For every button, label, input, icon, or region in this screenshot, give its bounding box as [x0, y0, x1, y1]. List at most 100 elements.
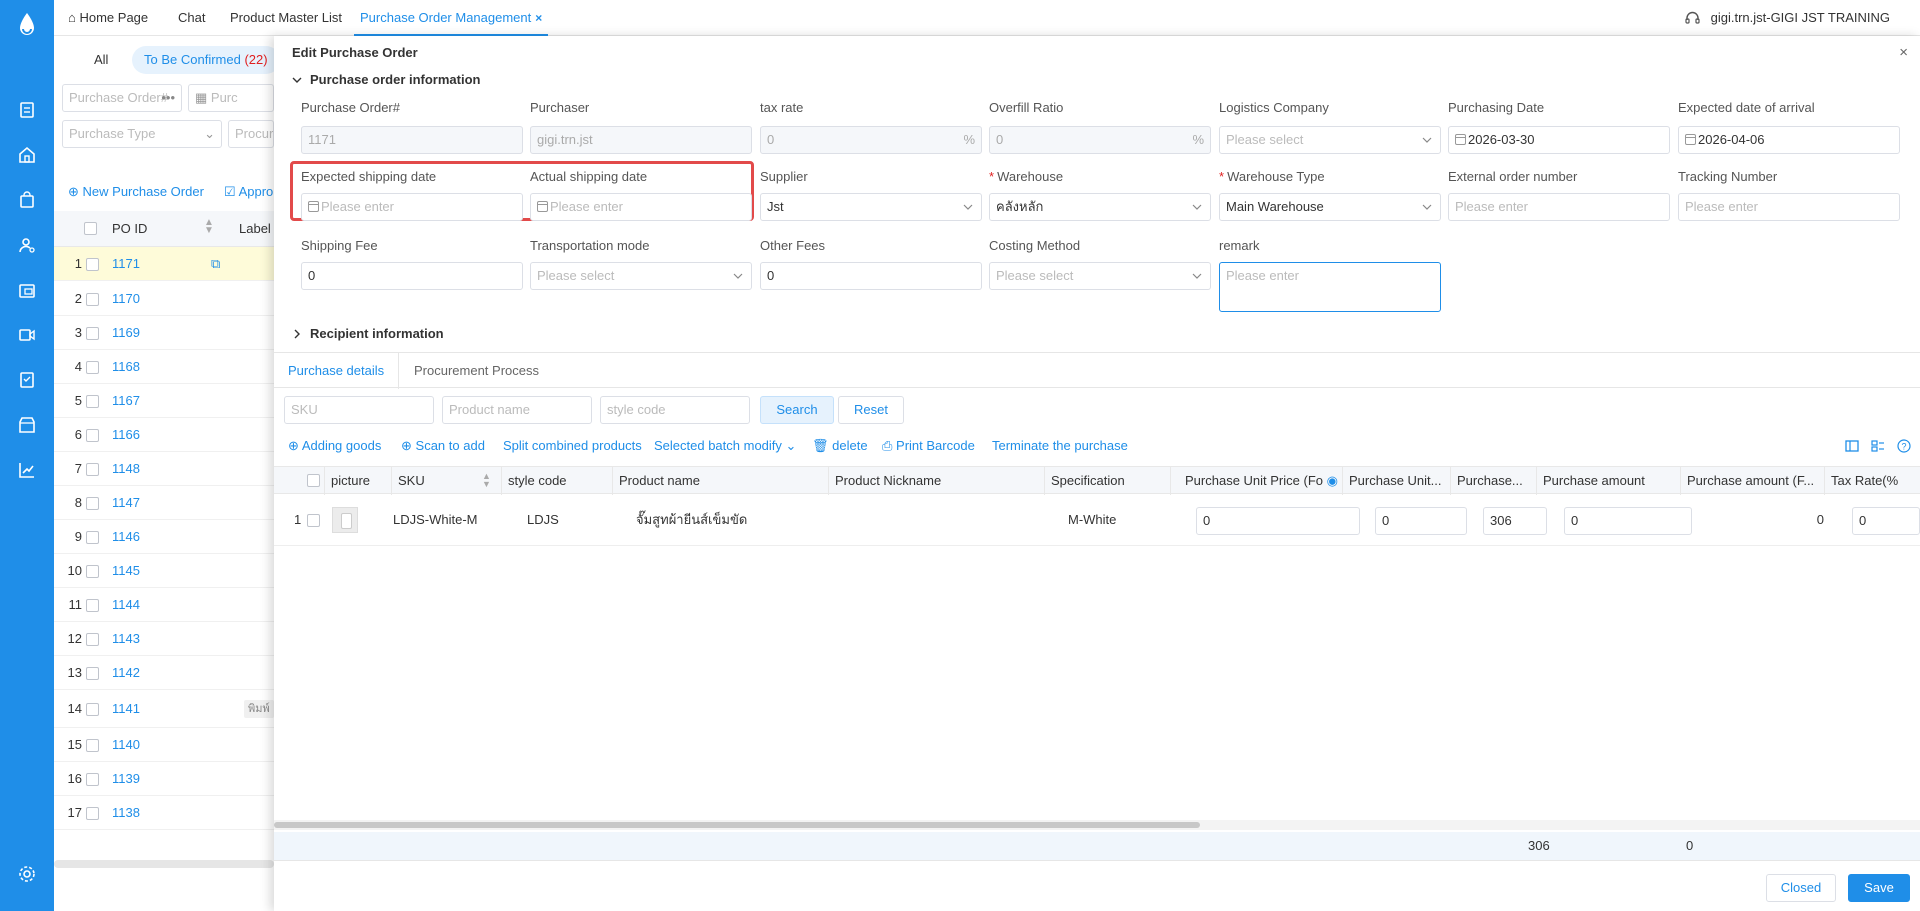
po-id-link[interactable]: 1143: [112, 622, 140, 656]
col-picture[interactable]: picture: [324, 467, 391, 495]
table-row[interactable]: 8 1147: [54, 486, 274, 520]
scrollbar-thumb[interactable]: [274, 822, 1200, 828]
row-checkbox[interactable]: [86, 394, 99, 408]
select-all-checkbox[interactable]: [307, 474, 320, 487]
table-row[interactable]: 2 1170: [54, 282, 274, 316]
table-scrollbar[interactable]: [274, 820, 1920, 830]
style-code-search-input[interactable]: style code: [600, 396, 750, 424]
expected-arrival-field[interactable]: 2026-04-06: [1678, 126, 1900, 154]
approve-button[interactable]: ☑ Appro: [224, 184, 273, 200]
tracking-number-input[interactable]: Please enter: [1678, 193, 1900, 221]
po-id-link[interactable]: 1168: [112, 350, 140, 384]
shop-icon[interactable]: [17, 415, 37, 435]
po-search-input[interactable]: Purchase Order# •••: [62, 84, 182, 112]
external-order-number-input[interactable]: Please enter: [1448, 193, 1670, 221]
selected-batch-modify-button[interactable]: Selected batch modify ⌄: [654, 438, 796, 454]
row-checkbox[interactable]: [86, 326, 99, 340]
table-row[interactable]: 1 1171 ⧉: [54, 247, 274, 281]
po-id-link[interactable]: 1148: [112, 452, 140, 486]
remark-textarea[interactable]: Please enter: [1219, 262, 1441, 312]
chart-icon[interactable]: [17, 460, 37, 480]
table-row[interactable]: 15 1140: [54, 728, 274, 762]
col-quantity[interactable]: Purchase...: [1450, 467, 1536, 495]
col-product-name[interactable]: Product name: [612, 467, 828, 495]
copy-icon[interactable]: ⧉: [211, 247, 220, 281]
po-id-link[interactable]: 1138: [112, 796, 140, 830]
po-id-link[interactable]: 1167: [112, 384, 140, 418]
po-id-link[interactable]: 1171: [112, 247, 140, 281]
column-settings-icon[interactable]: [1844, 438, 1860, 454]
expected-shipping-date-field[interactable]: Please enter: [301, 193, 523, 221]
terminate-purchase-button[interactable]: Terminate the purchase: [992, 438, 1128, 453]
po-id-link[interactable]: 1145: [112, 554, 140, 588]
table-row[interactable]: 3 1169: [54, 316, 274, 350]
actual-shipping-date-field[interactable]: Please enter: [530, 193, 752, 221]
row-checkbox[interactable]: [86, 257, 99, 271]
purchasing-date-field[interactable]: 2026-03-30: [1448, 126, 1670, 154]
shipping-fee-input[interactable]: 0: [301, 262, 523, 290]
list-scrollbar[interactable]: [54, 860, 274, 868]
tab-home[interactable]: ⌂ Home Page: [68, 0, 148, 36]
col-unit-price-fc[interactable]: Purchase Unit Price (Fo ◉: [1170, 467, 1342, 495]
sku-search-input[interactable]: SKU: [284, 396, 434, 424]
procurement-select[interactable]: Procurem: [228, 120, 274, 148]
date-filter-input[interactable]: ▦ Purc: [188, 84, 274, 112]
bag-icon[interactable]: [17, 190, 37, 210]
filter-to-be-confirmed[interactable]: To Be Confirmed (22): [132, 46, 280, 74]
new-purchase-order-button[interactable]: ⊕ New Purchase Order: [68, 184, 204, 200]
row-checkbox[interactable]: [86, 360, 99, 374]
po-id-link[interactable]: 1166: [112, 418, 140, 452]
help-icon[interactable]: ?: [1896, 438, 1912, 454]
quantity-input[interactable]: 306: [1483, 507, 1547, 535]
gear-icon[interactable]: [17, 864, 37, 884]
col-label[interactable]: Label: [239, 221, 271, 236]
product-name-search-input[interactable]: Product name: [442, 396, 592, 424]
row-checkbox[interactable]: [86, 462, 99, 476]
home-icon[interactable]: [17, 145, 37, 165]
row-checkbox[interactable]: [86, 702, 99, 716]
product-thumbnail[interactable]: [332, 507, 358, 533]
table-row[interactable]: 13 1142: [54, 656, 274, 690]
scan-to-add-button[interactable]: ⊕ Scan to add: [401, 438, 485, 454]
po-id-link[interactable]: 1170: [112, 282, 140, 316]
close-icon[interactable]: ×: [535, 11, 542, 25]
adding-goods-button[interactable]: ⊕ Adding goods: [288, 438, 381, 454]
close-icon[interactable]: ×: [1899, 44, 1908, 61]
tab-procurement-process[interactable]: Procurement Process: [400, 353, 553, 389]
col-sku[interactable]: SKU ▲ ▼: [391, 467, 501, 495]
layout-icon[interactable]: [1870, 438, 1886, 454]
purchase-amount-input[interactable]: 0: [1564, 507, 1692, 535]
row-checkbox[interactable]: [86, 496, 99, 510]
table-row[interactable]: 17 1138: [54, 796, 274, 830]
unit-price-input[interactable]: 0: [1375, 507, 1467, 535]
po-id-link[interactable]: 1139: [112, 762, 140, 796]
row-checkbox[interactable]: [86, 564, 99, 578]
reset-button[interactable]: Reset: [838, 396, 904, 424]
tab-chat[interactable]: Chat: [178, 0, 205, 36]
costing-method-select[interactable]: Please select: [989, 262, 1211, 290]
col-tax-rate[interactable]: Tax Rate(%: [1824, 467, 1920, 495]
unit-price-fc-input[interactable]: 0: [1196, 507, 1360, 535]
po-id-link[interactable]: 1144: [112, 588, 140, 622]
table-row[interactable]: 7 1148: [54, 452, 274, 486]
print-barcode-button[interactable]: ⎙ Print Barcode: [882, 438, 975, 454]
col-unit-price[interactable]: Purchase Unit...: [1342, 467, 1450, 495]
row-checkbox[interactable]: [86, 598, 99, 612]
po-id-link[interactable]: 1141: [112, 690, 140, 728]
table-row[interactable]: 16 1139: [54, 762, 274, 796]
logistics-company-select[interactable]: Please select: [1219, 126, 1441, 154]
other-fees-input[interactable]: 0: [760, 262, 982, 290]
row-checkbox[interactable]: [86, 738, 99, 752]
col-po-id[interactable]: PO ID: [112, 221, 147, 236]
table-row[interactable]: 12 1143: [54, 622, 274, 656]
table-row[interactable]: 5 1167: [54, 384, 274, 418]
tab-purchase-order-management[interactable]: Purchase Order Management ×: [354, 0, 549, 36]
row-checkbox[interactable]: [86, 772, 99, 786]
split-combined-products-button[interactable]: Split combined products: [503, 438, 642, 453]
sort-icon[interactable]: ▲ ▼: [204, 218, 214, 236]
transportation-mode-select[interactable]: Please select: [530, 262, 752, 290]
section-purchase-order-information[interactable]: Purchase order information: [292, 72, 480, 87]
save-button[interactable]: Save: [1848, 874, 1910, 902]
table-row[interactable]: 10 1145: [54, 554, 274, 588]
filter-all[interactable]: All: [94, 46, 108, 74]
